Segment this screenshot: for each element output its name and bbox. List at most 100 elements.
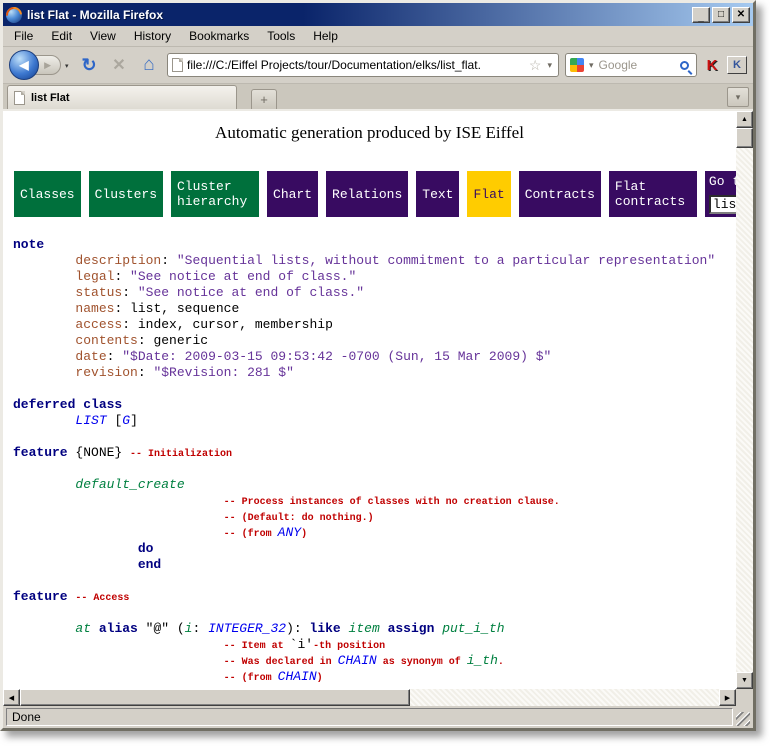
maximize-button[interactable]: □ [712, 7, 730, 23]
code-line: legal: "See notice at end of class." [13, 269, 736, 285]
nav-button-flat-contracts[interactable]: Flat contracts [609, 171, 697, 217]
class-link[interactable]: CHAIN [338, 653, 377, 668]
scroll-right-button[interactable]: ▶ [719, 689, 736, 706]
code-segment: -th position [313, 641, 385, 652]
code-line: status: "See notice at end of class." [13, 285, 736, 301]
menu-item-file[interactable]: File [5, 27, 42, 45]
menu-item-edit[interactable]: Edit [42, 27, 81, 45]
close-button[interactable]: ✕ [732, 7, 750, 23]
nav-button-classes[interactable]: Classes [14, 171, 81, 217]
code-segment: : [114, 269, 130, 284]
class-link[interactable]: LIST [75, 413, 106, 428]
code-segment: : index, cursor, membership [122, 317, 333, 332]
code-segment: legal [75, 269, 114, 284]
code-segment: -- (from [224, 673, 278, 684]
code-line: at alias "@" (i: INTEGER_32): like item … [13, 621, 736, 637]
minimize-button[interactable]: _ [692, 7, 710, 23]
tab-label: list Flat [31, 92, 70, 104]
tab-list-flat[interactable]: list Flat [7, 85, 237, 109]
url-dropdown-button[interactable]: ▾ [545, 60, 554, 71]
scroll-down-button[interactable]: ▼ [736, 672, 753, 689]
vertical-scroll-track[interactable] [736, 148, 753, 672]
nav-button-cluster-hierarchy[interactable]: Cluster hierarchy [171, 171, 259, 217]
code-segment: -- Item at [224, 641, 290, 652]
search-box[interactable]: ▾ [565, 53, 697, 77]
code-segment [13, 301, 75, 316]
tab-list-dropdown-button[interactable]: ▾ [727, 87, 749, 107]
scroll-left-button[interactable]: ◀ [3, 689, 20, 706]
menu-item-help[interactable]: Help [304, 27, 347, 45]
code-segment [13, 413, 75, 428]
code-segment: assign [388, 621, 435, 636]
home-button[interactable]: ⌂ [137, 54, 161, 76]
stop-button[interactable]: ✕ [107, 55, 131, 75]
code-line: deferred class [13, 397, 736, 413]
google-icon [570, 58, 584, 72]
code-segment: feature [13, 589, 68, 604]
menu-item-history[interactable]: History [125, 27, 180, 45]
code-line: do [13, 541, 736, 557]
new-tab-button[interactable]: + [251, 89, 277, 109]
code-segment: ) [317, 673, 323, 684]
kaspersky-icon[interactable]: K [703, 57, 721, 74]
code-line: -- Item at `i'-th position [13, 637, 736, 653]
code-segment: note [13, 237, 44, 252]
reload-button[interactable]: ↻ [77, 55, 101, 76]
search-engine-dropdown[interactable]: ▾ [587, 60, 596, 71]
code-line: date: "$Date: 2009-03-15 09:53:42 -0700 … [13, 349, 736, 365]
nav-button-relations[interactable]: Relations [326, 171, 408, 217]
feature-name: item [349, 621, 380, 636]
feature-name: at [75, 621, 91, 636]
code-segment [13, 509, 224, 524]
k-toolbar-button[interactable]: K [727, 56, 747, 74]
search-icon[interactable] [680, 61, 689, 70]
code-segment: deferred class [13, 397, 122, 412]
feature-name: default_create [75, 477, 184, 492]
class-link[interactable]: INTEGER_32 [208, 621, 286, 636]
minimize-icon: _ [698, 13, 704, 23]
menu-item-tools[interactable]: Tools [258, 27, 304, 45]
class-link[interactable]: ANY [278, 525, 301, 540]
code-segment: access [75, 317, 122, 332]
title-bar[interactable]: list Flat - Mozilla Firefox _ □ ✕ [3, 3, 753, 26]
bookmark-star-icon[interactable]: ☆ [529, 57, 542, 74]
firefox-icon [6, 7, 22, 23]
code-segment: -- Initialization [130, 449, 232, 460]
code-segment: "Sequential lists, without commitment to… [177, 253, 715, 268]
horizontal-scrollbar[interactable]: ◀ ▶ [3, 689, 736, 706]
code-segment: . [498, 657, 504, 668]
class-link[interactable]: CHAIN [278, 669, 317, 684]
nav-button-chart[interactable]: Chart [267, 171, 318, 217]
vertical-scroll-thumb[interactable] [736, 128, 753, 148]
nav-button-flat[interactable]: Flat [467, 171, 510, 217]
class-link[interactable]: G [122, 413, 130, 428]
back-button[interactable]: ◀ [9, 50, 39, 80]
nav-button-text[interactable]: Text [416, 171, 459, 217]
goto-label: Go to: [709, 174, 736, 189]
scroll-up-icon: ▲ [741, 116, 748, 123]
code-segment: `i' [290, 637, 313, 652]
vertical-scrollbar[interactable]: ▲ ▼ [736, 111, 753, 689]
code-segment: "See notice at end of class." [138, 285, 364, 300]
horizontal-scroll-track[interactable] [410, 689, 719, 706]
nav-button-contracts[interactable]: Contracts [519, 171, 601, 217]
url-input[interactable] [187, 58, 525, 72]
code-segment [13, 637, 224, 652]
history-dropdown-button[interactable]: ▾ [65, 62, 69, 70]
nav-button-clusters[interactable]: Clusters [89, 171, 163, 217]
code-segment [13, 525, 224, 540]
menu-item-bookmarks[interactable]: Bookmarks [180, 27, 258, 45]
code-segment: revision [75, 365, 137, 380]
address-bar[interactable]: ☆ ▾ [167, 53, 559, 77]
horizontal-scroll-thumb[interactable] [20, 689, 410, 706]
code-segment [91, 621, 99, 636]
goto-input[interactable] [709, 195, 736, 214]
code-segment [13, 669, 224, 684]
resize-grip[interactable] [736, 712, 750, 726]
scroll-up-button[interactable]: ▲ [736, 111, 753, 128]
code-segment: : [107, 349, 123, 364]
search-input[interactable] [599, 58, 677, 72]
code-segment: names [75, 301, 114, 316]
close-icon: ✕ [737, 10, 745, 20]
menu-item-view[interactable]: View [81, 27, 125, 45]
